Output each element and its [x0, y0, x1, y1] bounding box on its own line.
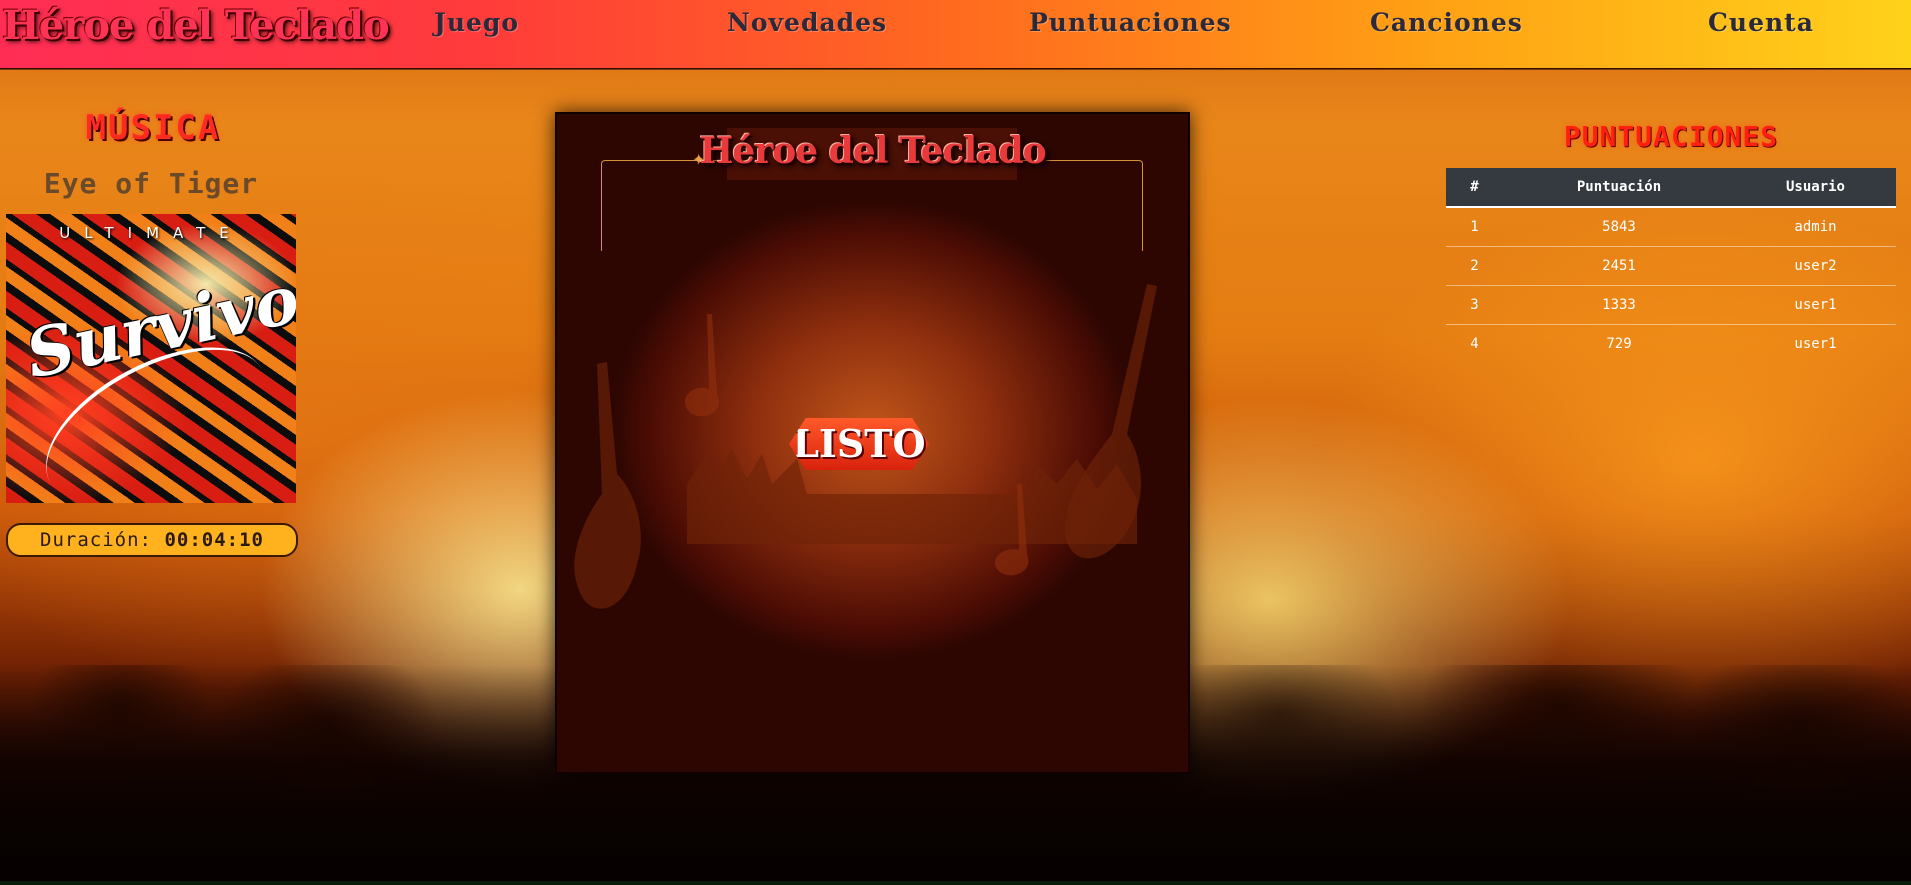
nav-item-canciones[interactable]: Canciones	[1370, 8, 1523, 37]
navbar: Héroe del Teclado Juego Novedades Puntua…	[0, 0, 1911, 69]
cell-user: user2	[1735, 246, 1896, 286]
cell-score: 1333	[1503, 285, 1735, 325]
table-row: 3 1333 user1	[1446, 285, 1896, 325]
cell-score: 2451	[1503, 246, 1735, 286]
music-heading: MÚSICA	[85, 108, 221, 148]
cell-rank: 1	[1446, 206, 1503, 247]
col-header-rank: #	[1446, 168, 1503, 208]
bottom-strip	[0, 881, 1911, 885]
scores-header-row: # Puntuación Usuario	[1446, 168, 1896, 208]
col-header-user: Usuario	[1735, 168, 1896, 208]
nav-item-puntuaciones[interactable]: Puntuaciones	[1029, 8, 1232, 37]
album-top-text: ULTIMATE	[59, 224, 243, 242]
cell-rank: 3	[1446, 285, 1503, 325]
scores-heading: PUNTUACIONES	[1563, 120, 1779, 153]
brand-logo[interactable]: Héroe del Teclado	[2, 2, 390, 49]
duration-badge: Duración: 00:04:10	[6, 523, 298, 557]
cell-rank: 2	[1446, 246, 1503, 286]
page: { "nav": { "brand": "Héroe del Teclado",…	[0, 0, 1911, 885]
cell-score: 729	[1503, 324, 1735, 363]
song-title: Eye of Tiger	[43, 167, 259, 200]
ready-button[interactable]: LISTO	[789, 418, 929, 470]
cell-score: 5843	[1503, 206, 1735, 247]
duration-value: 00:04:10	[164, 529, 264, 551]
game-canvas[interactable]: ✦ ✦ Héroe del Teclado LISTO	[555, 112, 1190, 774]
scores-table: # Puntuación Usuario 1 5843 admin 2 2451…	[1446, 168, 1896, 363]
album-cover: ULTIMATE Survivor	[6, 214, 296, 503]
guitar-left-icon	[574, 362, 641, 609]
table-row: 2 2451 user2	[1446, 246, 1896, 286]
col-header-score: Puntuación	[1503, 168, 1735, 208]
cell-rank: 4	[1446, 324, 1503, 363]
duration-label: Duración:	[40, 529, 152, 551]
music-note-left-icon	[685, 314, 720, 417]
nav-item-juego[interactable]: Juego	[434, 8, 519, 37]
cell-user: user1	[1735, 285, 1896, 325]
table-row: 1 5843 admin	[1446, 206, 1896, 247]
cell-user: admin	[1735, 206, 1896, 247]
table-row: 4 729 user1	[1446, 324, 1896, 363]
nav-item-cuenta[interactable]: Cuenta	[1708, 8, 1814, 37]
nav-item-novedades[interactable]: Novedades	[727, 8, 887, 37]
cell-user: user1	[1735, 324, 1896, 363]
